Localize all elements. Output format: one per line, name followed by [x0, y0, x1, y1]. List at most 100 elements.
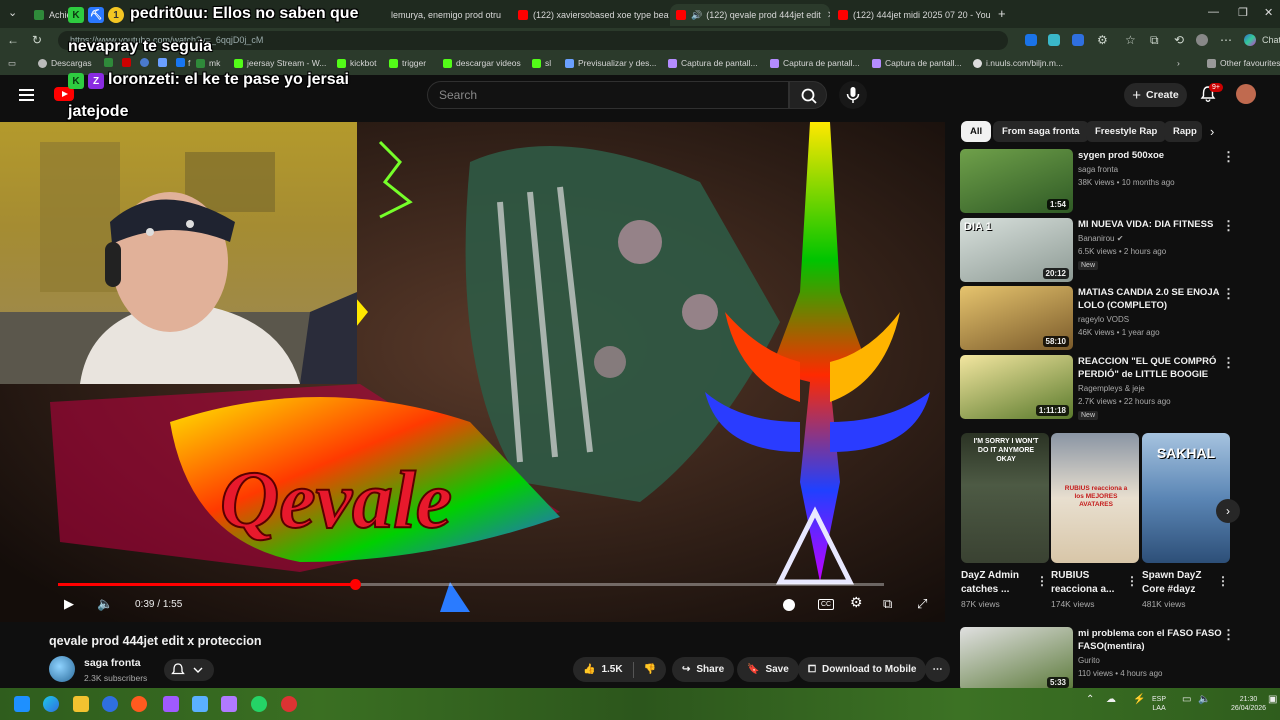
fullscreen-icon[interactable]: ⤢ [917, 596, 927, 612]
bookmark-twitter-icon[interactable] [158, 58, 171, 67]
bookmark-globe-icon[interactable] [140, 58, 153, 67]
bookmark-jeersay-stream[interactable]: jeersay Stream - W... [234, 58, 326, 68]
create-button[interactable]: + Create [1124, 83, 1187, 107]
shorts-next-chevron-icon[interactable]: › [1216, 499, 1240, 523]
subscription-bell-button[interactable] [164, 659, 214, 681]
more-vertical-icon[interactable]: ⋮ [1222, 286, 1235, 302]
recommendation-title[interactable]: MI NUEVA VIDA: DIA FITNESS [1078, 218, 1228, 231]
tab-qevale-active[interactable]: 🔊 (122) qevale prod 444jet edit ✕ [670, 4, 830, 26]
progress-bar[interactable] [58, 579, 884, 590]
more-vertical-icon[interactable]: ⋮ [1036, 574, 1048, 588]
short-title[interactable]: RUBIUS reacciona a... [1051, 569, 1123, 597]
bookmark-previsualizar[interactable]: Previsualizar y des... [565, 58, 656, 68]
chip-rapp[interactable]: Rapp [1164, 121, 1202, 142]
network-icon[interactable]: ▭ [1182, 695, 1191, 705]
sidebar-toggle-icon[interactable]: ▭ [8, 58, 16, 69]
like-icon[interactable]: 👍 [583, 664, 595, 675]
bookmark-sl[interactable]: sl [532, 58, 551, 68]
tab-xaviersobased[interactable]: (122) xaviersobased xoe type beat ✕ [512, 4, 669, 26]
close-window-icon[interactable]: ✕ [1264, 6, 1273, 19]
youtube-logo-icon[interactable] [54, 87, 74, 101]
chip-from-saga-fronta[interactable]: From saga fronta [993, 121, 1089, 142]
short-item[interactable]: SAKHAL Spawn DayZ Core #dayz 481K views … [1142, 433, 1230, 609]
close-tab-icon[interactable]: ✕ [501, 10, 507, 21]
edge-browser-icon[interactable] [43, 696, 59, 712]
whatsapp-icon[interactable] [251, 696, 267, 712]
minimize-icon[interactable]: — [1208, 6, 1219, 18]
channel-name[interactable]: saga fronta [84, 657, 141, 669]
short-item[interactable]: RUBIUS reacciona a los MEJORES AVATARES … [1051, 433, 1139, 609]
obs-icon[interactable] [281, 696, 297, 712]
miniplayer-icon[interactable]: ⧉ [883, 596, 892, 612]
more-actions-button[interactable]: ⋯ [925, 657, 950, 682]
history-icon[interactable]: ⟲ [1174, 33, 1184, 47]
windows-start-icon[interactable] [14, 696, 30, 712]
recommendation-item[interactable]: 5:33 mi problema con el FASO FASO FASO(m… [960, 627, 1260, 691]
firefox-icon[interactable] [131, 696, 147, 712]
close-tab-icon[interactable]: ✕ [821, 10, 830, 21]
bookmark-youtube-icon[interactable] [122, 58, 135, 67]
subtitles-icon[interactable]: CC [818, 599, 835, 610]
app-icon[interactable] [221, 696, 237, 712]
back-icon[interactable]: ← [7, 33, 19, 47]
volume-icon[interactable]: 🔈 [97, 596, 113, 612]
bookmark-trigger[interactable]: trigger [389, 58, 426, 68]
tab-achievements[interactable]: Achie [28, 4, 70, 26]
recommendation-item[interactable]: 1:54 sygen prod 500xoe saga fronta 38K v… [960, 149, 1260, 213]
short-title[interactable]: Spawn DayZ Core #dayz [1142, 569, 1214, 597]
favorites-icon[interactable]: ☆ [1125, 33, 1136, 47]
recommendation-title[interactable]: sygen prod 500xoe [1078, 149, 1228, 162]
file-explorer-icon[interactable] [73, 696, 89, 712]
bookmark-inuuls[interactable]: i.nuuls.com/biljn.m... [973, 58, 1063, 68]
chip-all[interactable]: All [961, 121, 992, 142]
more-icon[interactable]: ⋯ [1220, 33, 1232, 47]
autoplay-toggle-icon[interactable] [783, 599, 795, 611]
recommendation-title[interactable]: MATIAS CANDIA 2.0 SE ENOJA LOLO (COMPLET… [1078, 286, 1223, 312]
recommendation-item[interactable]: 58:10 MATIAS CANDIA 2.0 SE ENOJA LOLO (C… [960, 286, 1260, 350]
more-vertical-icon[interactable]: ⋮ [1222, 355, 1235, 371]
chevron-right-icon[interactable]: › [1177, 58, 1180, 68]
tray-icon[interactable]: ☁ [1106, 695, 1116, 705]
channel-avatar[interactable] [49, 656, 75, 682]
profile-icon[interactable] [1196, 34, 1208, 46]
tray-icon[interactable]: ⚡ [1133, 695, 1145, 705]
bookmark-captura-2[interactable]: Captura de pantall... [770, 58, 860, 68]
collections-icon[interactable]: ⧉ [1150, 33, 1159, 48]
share-button[interactable]: ↪ Share [672, 657, 735, 682]
more-vertical-icon[interactable]: ⋮ [1222, 149, 1235, 165]
bookmark-captura-1[interactable]: Captura de pantall... [668, 58, 758, 68]
account-avatar[interactable] [1236, 84, 1256, 104]
more-vertical-icon[interactable]: ⋮ [1126, 574, 1138, 588]
bookmark-kickbot[interactable]: kickbot [337, 58, 376, 68]
more-vertical-icon[interactable]: ⋮ [1222, 218, 1235, 234]
search-button[interactable] [789, 81, 827, 109]
copilot-icon[interactable] [1244, 34, 1256, 46]
voice-search-button[interactable] [839, 81, 867, 109]
settings-gear-icon[interactable]: ⚙ [850, 594, 863, 611]
audio-playing-icon[interactable]: 🔊 [691, 10, 702, 21]
tab-lemurya[interactable]: lemurya, enemigo prod otru ✕ [385, 4, 507, 26]
short-thumbnail[interactable]: RUBIUS reacciona a los MEJORES AVATARES [1051, 433, 1139, 563]
speaker-icon[interactable]: 🔈 [1198, 695, 1210, 705]
app-icon[interactable] [192, 696, 208, 712]
chips-next-chevron-icon[interactable]: › [1210, 124, 1214, 139]
video-thumbnail[interactable]: 1:54 [960, 149, 1073, 213]
bookmark-kick-icon[interactable] [104, 58, 117, 67]
chevron-up-icon[interactable]: ⌃ [1086, 695, 1094, 705]
search-input[interactable]: Search [427, 81, 789, 109]
bookmark-mk[interactable]: mk [196, 58, 220, 68]
recommendation-title[interactable]: mi problema con el FASO FASO FASO(mentir… [1078, 627, 1223, 653]
short-thumbnail[interactable]: SAKHAL [1142, 433, 1230, 563]
more-vertical-icon[interactable]: ⋮ [1222, 627, 1235, 643]
extension-icon[interactable] [1048, 34, 1060, 46]
play-icon[interactable]: ▶ [64, 596, 74, 612]
bookmark-f[interactable]: f [188, 58, 190, 68]
recommendation-item[interactable]: DIA 1 20:12 MI NUEVA VIDA: DIA FITNESS B… [960, 218, 1260, 282]
bookmark-descargar-videos[interactable]: descargar videos [443, 58, 521, 68]
short-title[interactable]: DayZ Admin catches ... [961, 569, 1033, 597]
tab-444jet-midi[interactable]: (122) 444jet midi 2025 07 20 - You ✕ [832, 4, 990, 26]
new-tab-icon[interactable]: + [998, 6, 1006, 21]
puzzle-icon[interactable]: ⚙ [1097, 33, 1108, 47]
video-thumbnail[interactable]: DIA 1 20:12 [960, 218, 1073, 282]
tab-search-icon[interactable]: ⌄ [8, 6, 17, 19]
